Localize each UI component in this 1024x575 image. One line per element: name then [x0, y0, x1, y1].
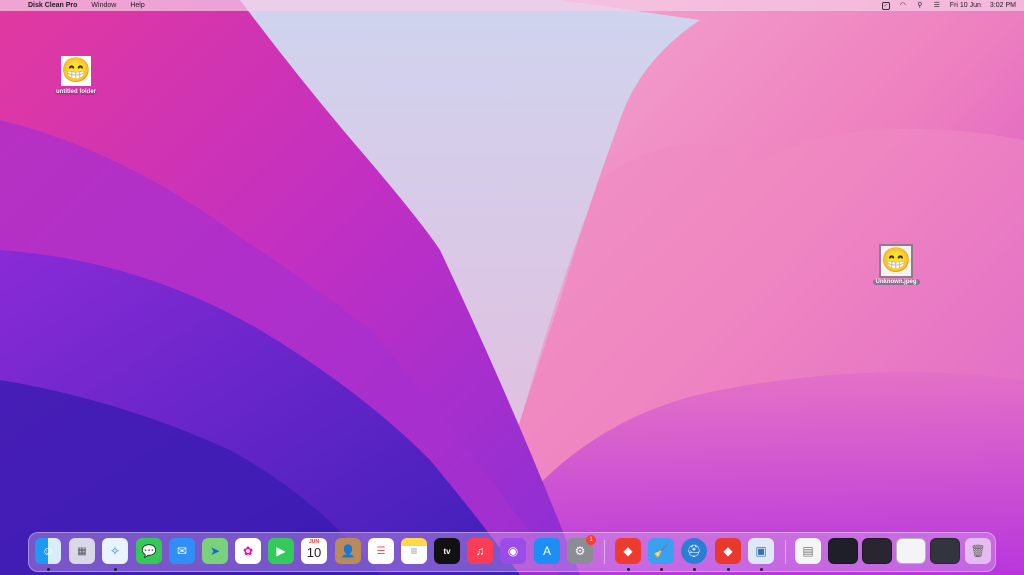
- maps-icon[interactable]: ➤: [202, 538, 228, 564]
- menu-help[interactable]: Help: [130, 2, 144, 9]
- grinning-face-icon: 😁: [879, 244, 913, 278]
- music-icon[interactable]: ♫: [467, 538, 493, 564]
- running-indicator: [693, 568, 696, 571]
- spotlight-search-icon[interactable]: ⚲: [916, 2, 924, 10]
- running-indicator: [760, 568, 763, 571]
- apple-tv-label: tv: [443, 546, 451, 556]
- apple-tv-icon[interactable]: tv: [434, 538, 460, 564]
- dock-separator: [785, 540, 786, 564]
- preview-icon[interactable]: ▣: [748, 538, 774, 564]
- document-icon[interactable]: ▤: [795, 538, 821, 564]
- menu-date[interactable]: Fri 10 Jun: [950, 2, 981, 9]
- control-center-icon[interactable]: ☰: [933, 2, 941, 10]
- running-indicator: [114, 568, 117, 571]
- window-thumbnail-1[interactable]: [828, 538, 858, 564]
- anydesk-alt-icon[interactable]: ◆: [715, 538, 741, 564]
- podcasts-icon[interactable]: ◉: [500, 538, 526, 564]
- system-preferences-icon[interactable]: ⚙ 1: [567, 535, 596, 564]
- desktop-wallpaper: [0, 0, 1024, 575]
- desktop-item-untitled-folder[interactable]: 😁 untitled folder: [52, 56, 100, 95]
- app-menu-disk-clean-pro[interactable]: Disk Clean Pro: [28, 2, 77, 9]
- status-app-icon[interactable]: ✓: [881, 1, 890, 10]
- running-indicator: [47, 568, 50, 571]
- app-store-icon[interactable]: A: [534, 538, 560, 564]
- launchpad-icon[interactable]: ▦: [69, 538, 95, 564]
- running-indicator: [627, 568, 630, 571]
- calendar-icon[interactable]: JUN 10: [301, 538, 327, 564]
- calendar-day: 10: [306, 545, 322, 560]
- window-thumbnail-4[interactable]: [930, 538, 960, 564]
- desktop-item-label: Unknown.jpeg: [872, 279, 920, 285]
- menu-time[interactable]: 3:02 PM: [990, 2, 1016, 9]
- disk-clean-pro-icon[interactable]: 🧹: [648, 538, 674, 564]
- wifi-icon[interactable]: ◠: [899, 2, 907, 10]
- notification-badge: 1: [586, 535, 596, 545]
- photos-icon[interactable]: ✿: [235, 538, 261, 564]
- mail-icon[interactable]: ✉: [169, 538, 195, 564]
- trash-icon[interactable]: 🗑: [965, 538, 991, 564]
- messages-icon[interactable]: 💬: [136, 538, 162, 564]
- dock: ☺ ▦ ✧ 💬 ✉ ➤ ✿ ▶ JUN 10 👤 ☰ ≡ tv ♫ ◉ A ⚙ …: [28, 532, 996, 572]
- disk-utility-icon[interactable]: ⛑: [681, 538, 707, 564]
- running-indicator: [660, 568, 663, 571]
- desktop-item-unknown-jpeg[interactable]: 😁 Unknown.jpeg: [866, 244, 926, 285]
- facetime-icon[interactable]: ▶: [268, 538, 294, 564]
- window-thumbnail-3[interactable]: [896, 538, 926, 564]
- anydesk-icon[interactable]: ◆: [615, 538, 641, 564]
- running-indicator: [727, 568, 730, 571]
- dock-separator: [604, 540, 605, 564]
- safari-icon[interactable]: ✧: [102, 538, 128, 564]
- desktop-item-label: untitled folder: [56, 89, 96, 95]
- window-thumbnail-2[interactable]: [862, 538, 892, 564]
- contacts-icon[interactable]: 👤: [335, 538, 361, 564]
- finder-icon[interactable]: ☺: [35, 538, 61, 564]
- grinning-face-icon: 😁: [61, 56, 91, 86]
- notes-icon[interactable]: ≡: [401, 538, 427, 564]
- reminders-icon[interactable]: ☰: [368, 538, 394, 564]
- menu-window[interactable]: Window: [91, 2, 116, 9]
- menu-bar: Disk Clean Pro Window Help ✓ ◠ ⚲ ☰ Fri 1…: [0, 0, 1024, 11]
